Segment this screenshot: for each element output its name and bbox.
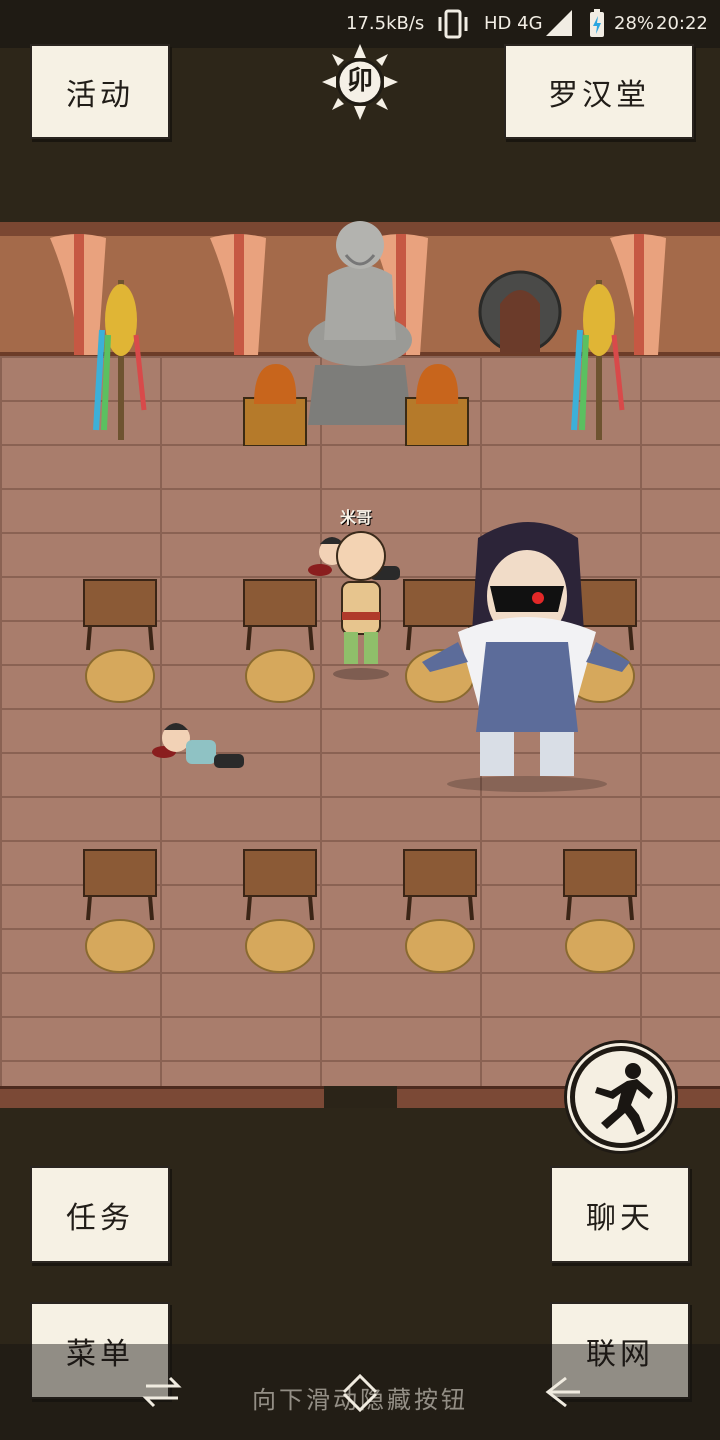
- round-door-icon[interactable]: [478, 270, 562, 354]
- bell-altar-icon: [243, 364, 307, 446]
- curtain-pillar-icon: [210, 234, 266, 355]
- network-type: HD 4G: [484, 13, 543, 34]
- running-man-icon: [595, 1063, 653, 1135]
- clock: 20:22: [656, 13, 708, 34]
- masked-villain-icon[interactable]: [418, 512, 636, 794]
- player-name-label: 米哥: [340, 508, 373, 527]
- desk-cushion-icon[interactable]: [562, 848, 638, 976]
- status-bar: 17.5kB/s HD 4G 28% 20:22: [0, 0, 720, 48]
- desk-cushion-icon[interactable]: [402, 848, 478, 976]
- time-period-label: 卯: [346, 66, 373, 96]
- run-toggle-button[interactable]: [570, 1046, 672, 1148]
- vibrate-icon: [438, 9, 468, 39]
- activity-button[interactable]: 活动: [30, 44, 170, 139]
- signal-icon: [546, 10, 572, 36]
- floor-edge-left: [0, 1086, 324, 1108]
- fallen-npc-icon[interactable]: [150, 710, 250, 790]
- bell-altar-icon: [405, 364, 469, 446]
- battery-percent: 28%: [614, 13, 655, 34]
- chat-button[interactable]: 聊天: [550, 1166, 690, 1263]
- home-icon[interactable]: [338, 1370, 382, 1414]
- prayer-banner-icon: [571, 280, 625, 440]
- net-speed: 17.5kB/s: [346, 13, 425, 34]
- desk-cushion-icon[interactable]: [82, 578, 158, 706]
- battery-icon: [590, 9, 604, 37]
- prayer-banner-icon: [93, 280, 147, 440]
- back-icon[interactable]: [540, 1370, 584, 1414]
- desk-cushion-icon[interactable]: [82, 848, 158, 976]
- desk-cushion-icon[interactable]: [242, 848, 318, 976]
- location-button[interactable]: 罗汉堂: [504, 44, 694, 139]
- tasks-button[interactable]: 任务: [30, 1166, 170, 1263]
- switch-apps-icon[interactable]: [140, 1370, 184, 1414]
- player-monk-icon[interactable]: [328, 528, 394, 680]
